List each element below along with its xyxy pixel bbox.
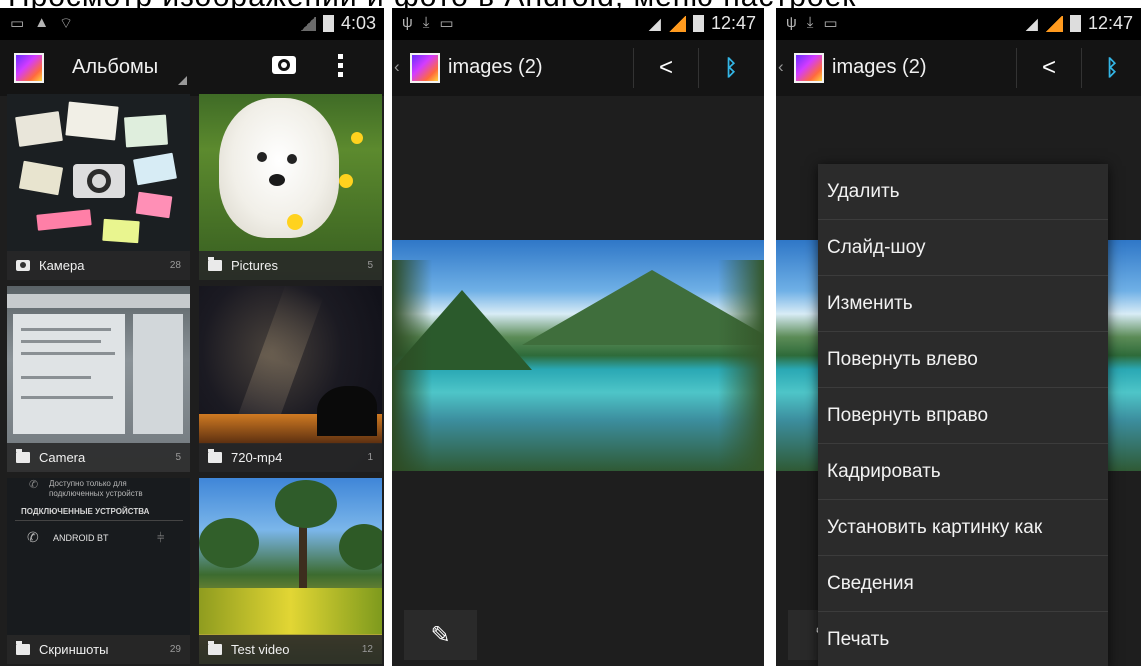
folder-icon — [208, 449, 222, 463]
dog-photo — [219, 98, 339, 238]
folder-icon — [16, 641, 30, 655]
clock: 4:03 — [340, 13, 376, 33]
gallery-app-icon[interactable] — [794, 53, 824, 83]
status-bar: ψ ⤓ ▭ ◢ 12:47 — [392, 8, 764, 40]
landscape-photo[interactable] — [392, 240, 764, 471]
back-chevron-icon[interactable]: ‹ — [394, 57, 400, 77]
camera-small-icon — [16, 260, 30, 271]
warning-notification-icon: ▲ — [34, 14, 50, 31]
album-tile-kamera[interactable]: Камера 28 — [7, 94, 190, 280]
edit-button[interactable]: ✎ — [404, 610, 477, 660]
spinner-triangle-icon — [178, 76, 187, 85]
image-title: images (2) — [832, 56, 927, 78]
clock: 12:47 — [1087, 13, 1133, 33]
wifi-icon: ◢ — [648, 15, 661, 33]
download-icon: ⤓ — [422, 14, 430, 31]
back-chevron-icon[interactable]: ‹ — [778, 57, 784, 77]
signal-icon — [1044, 15, 1063, 32]
wifi-icon: ◢ — [1025, 15, 1038, 33]
battery-icon — [322, 15, 334, 32]
camera-icon[interactable] — [272, 56, 296, 74]
album-tile-pictures[interactable]: Pictures 5 — [199, 94, 382, 280]
overflow-menu: Удалить Слайд-шоу Изменить Повернуть вле… — [818, 164, 1108, 666]
menu-item-edit[interactable]: Изменить — [818, 276, 1108, 332]
bluetooth-icon: ᛒ — [724, 55, 738, 80]
menu-item-delete[interactable]: Удалить — [818, 164, 1108, 220]
phone-small-icon: ✆ — [29, 479, 39, 491]
folder-icon — [208, 257, 222, 271]
gallery-app-icon[interactable] — [410, 53, 440, 83]
gallery-app-icon[interactable] — [14, 53, 44, 83]
album-tile-720-mp4[interactable]: 720-mp4 1 — [199, 286, 382, 472]
battery-icon — [692, 15, 704, 32]
albums-screen: ▭ ▲ ⌔ 4:03 Альбомы Камера 28 Pictures 5 … — [0, 8, 384, 666]
share-button[interactable]: < — [633, 48, 698, 88]
signal-icon — [299, 16, 316, 31]
folder-icon — [16, 449, 30, 463]
image-viewer-screen: ψ ⤓ ▭ ◢ 12:47 ‹ images (2) < ᛒ ✎ — [392, 8, 764, 666]
overflow-menu-icon[interactable] — [338, 54, 344, 80]
screenshot-notification-icon: ▭ — [823, 15, 838, 32]
action-bar: ‹ images (2) < ᛒ — [392, 40, 764, 96]
download-icon: ⤓ — [806, 14, 814, 31]
bluetooth-icon: ᛒ — [1105, 55, 1119, 80]
share-icon: < — [1041, 54, 1056, 81]
signal-icon — [667, 15, 686, 32]
action-bar: Альбомы — [0, 40, 384, 96]
bluetooth-button[interactable]: ᛒ — [698, 48, 763, 88]
album-spinner[interactable]: Альбомы — [72, 56, 158, 79]
menu-item-slideshow[interactable]: Слайд-шоу — [818, 220, 1108, 276]
album-tile-camera[interactable]: Camera 5 — [7, 286, 190, 472]
image-title: images (2) — [448, 56, 543, 78]
share-icon: < — [658, 54, 673, 81]
action-bar: ‹ images (2) < ᛒ — [776, 40, 1141, 96]
settings-sliders-icon: ⫩ — [157, 530, 165, 545]
menu-item-print[interactable]: Печать — [818, 612, 1108, 666]
menu-item-rotate-right[interactable]: Повернуть вправо — [818, 388, 1108, 444]
camera-overlay-icon — [73, 164, 125, 198]
status-bar: ψ ⤓ ▭ ◢ 12:47 — [776, 8, 1141, 40]
phone-icon: ✆ — [27, 529, 39, 545]
bluetooth-button[interactable]: ᛒ — [1081, 48, 1141, 88]
menu-item-details[interactable]: Сведения — [818, 556, 1108, 612]
menu-item-crop[interactable]: Кадрировать — [818, 444, 1108, 500]
folder-icon — [208, 641, 222, 655]
usb-icon: ψ — [402, 14, 413, 31]
screenshot-notification-icon: ▭ — [10, 15, 25, 32]
menu-item-rotate-left[interactable]: Повернуть влево — [818, 332, 1108, 388]
pencil-icon: ✎ — [430, 621, 451, 649]
album-tile-skrinshoty[interactable]: ✆ Доступно только для подключенных устро… — [7, 478, 190, 664]
usb-icon: ψ — [786, 14, 797, 31]
image-menu-screen: ψ ⤓ ▭ ◢ 12:47 ‹ images (2) < ᛒ ✎ Удалить… — [776, 8, 1141, 666]
album-tile-test-video[interactable]: Test video 12 — [199, 478, 382, 664]
share-button[interactable]: < — [1016, 48, 1081, 88]
screenshot-notification-icon: ▭ — [439, 15, 454, 32]
status-bar: ▭ ▲ ⌔ 4:03 — [0, 8, 384, 40]
menu-item-set-as[interactable]: Установить картинку как — [818, 500, 1108, 556]
wifi-question-icon: ⌔ — [59, 15, 74, 32]
battery-icon — [1069, 15, 1081, 32]
clock: 12:47 — [710, 13, 756, 33]
